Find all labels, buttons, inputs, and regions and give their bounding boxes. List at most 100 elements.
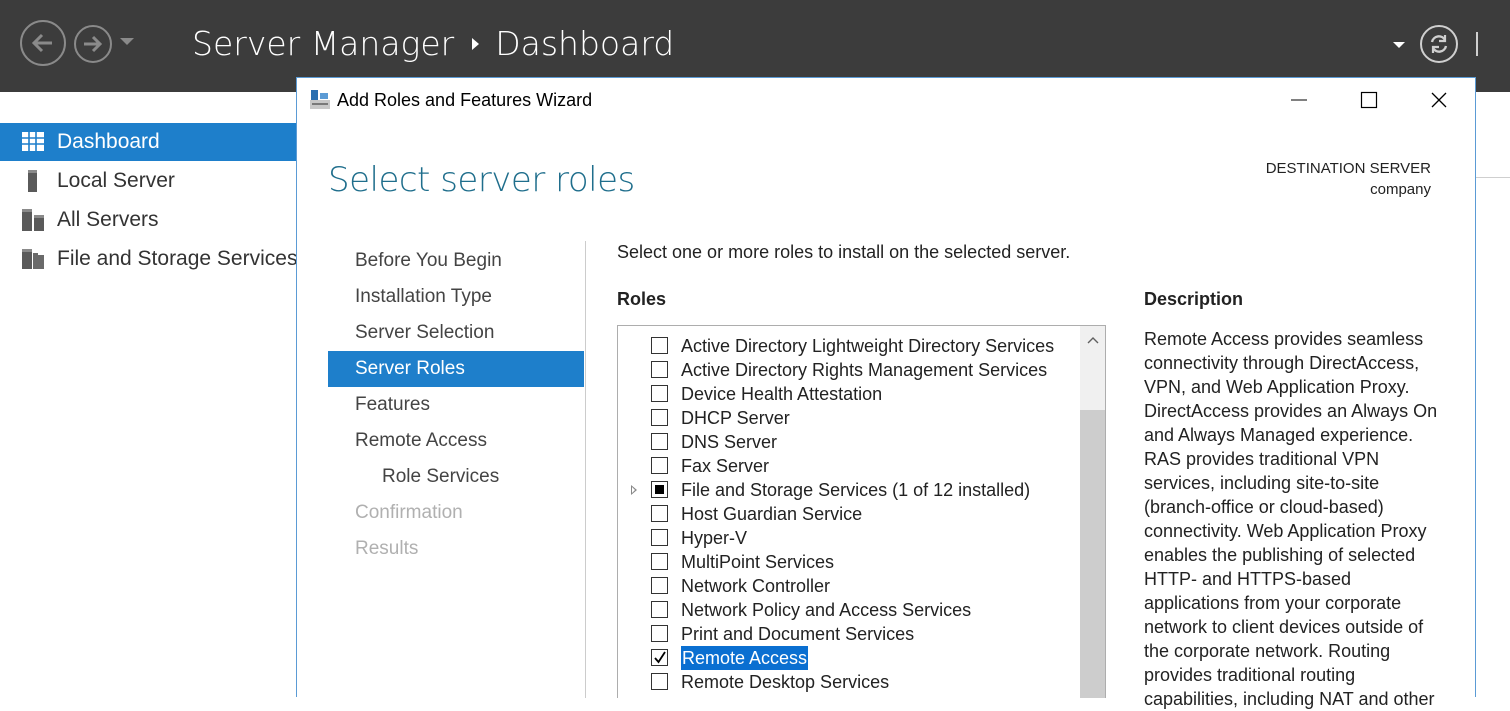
sidebar-item-label: Local Server (57, 169, 175, 192)
role-checkbox[interactable] (651, 673, 668, 690)
wizard-nav-remote-access[interactable]: Remote Access (328, 423, 584, 459)
role-label: Hyper-V (681, 528, 748, 548)
wizard-nav-divider (585, 241, 586, 698)
wizard-nav-installation-type[interactable]: Installation Type (328, 279, 584, 315)
role-checkbox[interactable] (651, 601, 668, 618)
role-description: Remote Access provides seamless connecti… (1144, 329, 1438, 709)
wizard-nav-server-roles[interactable]: Server Roles (328, 351, 584, 387)
description-heading: Description (1144, 289, 1244, 309)
role-item[interactable]: Hyper-V (618, 526, 1078, 550)
history-dropdown-button[interactable] (120, 38, 134, 45)
wizard-titlebar[interactable]: Add Roles and Features Wizard (297, 78, 1475, 122)
role-item[interactable]: Fax Server (618, 454, 1078, 478)
role-label: Device Health Attestation (681, 384, 883, 404)
expand-arrow-icon[interactable] (631, 485, 637, 495)
role-checkbox[interactable] (651, 433, 668, 450)
destination-server-label: DESTINATION SERVER (1265, 160, 1431, 177)
refresh-button[interactable] (1420, 25, 1458, 63)
sidebar-item-local-server[interactable]: Local Server (0, 162, 296, 200)
role-item[interactable]: Active Directory Rights Management Servi… (618, 358, 1078, 382)
app-title: Server Manager (192, 24, 455, 63)
close-button[interactable] (1404, 78, 1474, 122)
role-item[interactable]: Network Policy and Access Services (618, 598, 1078, 622)
role-label: MultiPoint Services (681, 552, 835, 572)
role-item[interactable]: File and Storage Services (1 of 12 insta… (618, 478, 1078, 502)
forward-button[interactable] (74, 25, 112, 63)
breadcrumb-separator-icon (472, 37, 480, 50)
sidebar-item-file-and-storage-services[interactable]: File and Storage Services (0, 240, 298, 278)
minimize-icon (1291, 99, 1307, 101)
role-label: Active Directory Lightweight Directory S… (681, 336, 1055, 356)
server-roles-wizard-icon (310, 90, 330, 109)
back-button[interactable] (20, 20, 66, 66)
wizard-heading: Select server roles (328, 160, 635, 200)
wizard-nav-server-selection[interactable]: Server Selection (328, 315, 584, 351)
sidebar-item-dashboard[interactable]: Dashboard (0, 123, 296, 161)
page-title: Dashboard (495, 24, 675, 63)
add-roles-wizard-window: Add Roles and Features Wizard Select ser… (296, 77, 1476, 709)
role-item[interactable]: Network Controller (618, 574, 1078, 598)
role-label: Host Guardian Service (681, 504, 863, 524)
role-label: Network Policy and Access Services (681, 600, 972, 620)
wizard-nav-label: Server Roles (355, 358, 465, 379)
wizard-nav-label: Installation Type (355, 286, 492, 307)
wizard-nav-label: Role Services (382, 466, 500, 487)
wizard-nav-role-services[interactable]: Role Services (328, 459, 584, 495)
sidebar-item-label: Dashboard (57, 130, 160, 153)
role-checkbox[interactable] (651, 553, 668, 570)
scroll-thumb[interactable] (1080, 410, 1105, 698)
wizard-nav-label: Confirmation (355, 502, 463, 523)
wizard-nav-features[interactable]: Features (328, 387, 584, 423)
role-checkbox[interactable] (651, 337, 668, 354)
role-item[interactable]: Active Directory Lightweight Directory S… (618, 334, 1078, 358)
role-checkbox[interactable] (651, 481, 668, 498)
role-checkbox[interactable] (651, 529, 668, 546)
role-checkbox-checked[interactable] (651, 649, 668, 666)
maximize-button[interactable] (1334, 78, 1404, 122)
role-item[interactable]: DHCP Server (618, 406, 1078, 430)
role-item[interactable]: Host Guardian Service (618, 502, 1078, 526)
role-item[interactable]: Remote Desktop Services (618, 670, 1078, 694)
notifications-dropdown-button[interactable] (1393, 42, 1405, 48)
role-label: DHCP Server (681, 408, 790, 428)
wizard-nav-label: Remote Access (355, 430, 487, 451)
role-checkbox[interactable] (651, 385, 668, 402)
arrow-right-icon (84, 35, 103, 53)
role-label: Fax Server (681, 456, 770, 476)
minimize-button[interactable] (1264, 78, 1334, 122)
wizard-nav-results: Results (328, 531, 584, 567)
chevron-up-icon (1087, 337, 1099, 344)
role-label: File and Storage Services (1 of 12 insta… (681, 480, 1031, 500)
role-checkbox[interactable] (651, 409, 668, 426)
role-item[interactable]: Device Health Attestation (618, 382, 1078, 406)
role-label: Active Directory Rights Management Servi… (681, 360, 1048, 380)
role-checkbox[interactable] (651, 625, 668, 642)
role-checkbox[interactable] (651, 361, 668, 378)
wizard-nav-label: Server Selection (355, 322, 495, 343)
breadcrumb: Server Manager Dashboard (192, 24, 674, 63)
refresh-icon (1430, 35, 1448, 53)
role-checkbox[interactable] (651, 505, 668, 522)
role-item[interactable]: DNS Server (618, 430, 1078, 454)
role-checkbox[interactable] (651, 457, 668, 474)
role-label: Network Controller (681, 576, 831, 596)
wizard-nav-label: Before You Begin (355, 250, 502, 271)
sidebar-item-label: File and Storage Services (57, 247, 298, 270)
arrow-left-icon (31, 33, 52, 53)
sidebar-item-label: All Servers (57, 208, 159, 231)
role-item-remote-access[interactable]: Remote Access (618, 646, 1078, 670)
role-label: Print and Document Services (681, 624, 915, 644)
scroll-up-button[interactable] (1080, 326, 1105, 356)
checkmark-icon (654, 651, 666, 664)
folder-storage-icon (22, 249, 44, 269)
wizard-nav-before-you-begin[interactable]: Before You Begin (328, 243, 584, 279)
sidebar: Dashboard Local Server All Servers File … (0, 92, 297, 697)
roles-scrollbar[interactable] (1080, 326, 1105, 698)
dashboard-divider (1475, 177, 1510, 178)
role-item[interactable]: MultiPoint Services (618, 550, 1078, 574)
server-tower-icon (28, 170, 37, 192)
sidebar-item-all-servers[interactable]: All Servers (0, 201, 296, 239)
role-checkbox[interactable] (651, 577, 668, 594)
role-label: Remote Access (681, 646, 809, 670)
role-item[interactable]: Print and Document Services (618, 622, 1078, 646)
